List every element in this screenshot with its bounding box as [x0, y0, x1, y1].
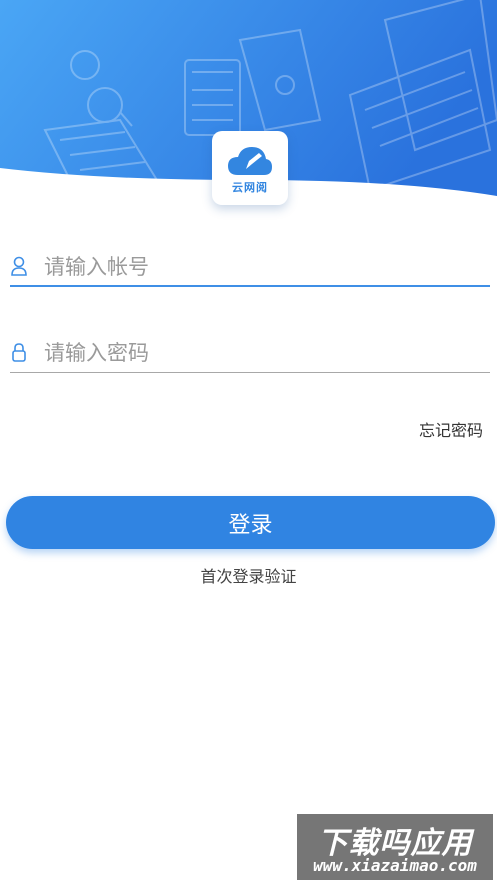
app-logo: 云网阅: [212, 131, 288, 205]
watermark: 下载吗应用 www.xiazaimao.com: [297, 814, 493, 880]
watermark-url: www.xiazaimao.com: [313, 856, 477, 875]
forgot-password-link[interactable]: 忘记密码: [419, 417, 483, 441]
cloud-pen-icon: [228, 147, 272, 175]
login-button[interactable]: 登录: [6, 496, 495, 549]
lock-icon: [12, 343, 26, 362]
user-icon: [11, 256, 27, 276]
account-input[interactable]: [44, 247, 484, 287]
header-banner: 云网阅: [0, 0, 497, 230]
logo-text: 云网阅: [232, 181, 268, 194]
account-field[interactable]: [10, 247, 490, 287]
password-underline: [10, 372, 490, 373]
account-underline: [10, 285, 490, 287]
password-field[interactable]: [10, 333, 490, 373]
first-login-verify-link[interactable]: 首次登录验证: [0, 563, 497, 587]
password-input[interactable]: [44, 333, 484, 373]
